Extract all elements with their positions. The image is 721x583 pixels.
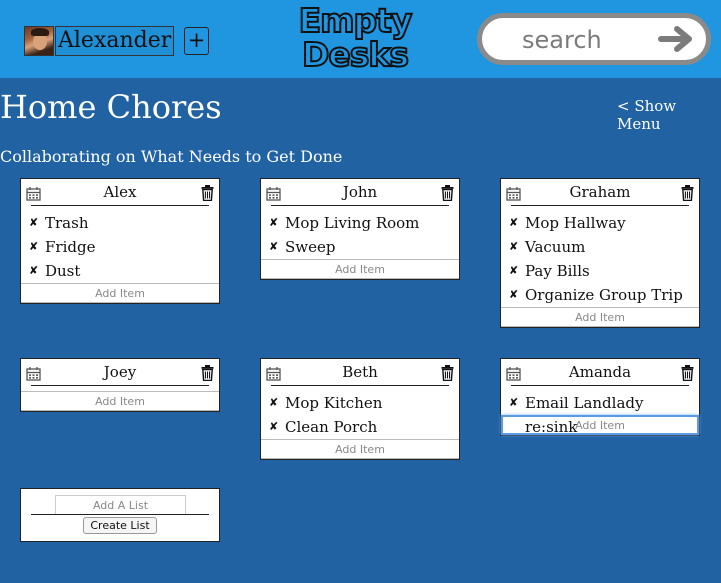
logo-line-2: Desks [301, 35, 410, 74]
list-item: ✘ Mop Living Room [261, 211, 459, 235]
list-header: Alex [26, 179, 214, 206]
list-item: ✘ Organize Group Trip [501, 283, 699, 307]
item-label: Vacuum [525, 238, 586, 256]
list-item: ✘ Email Landlady re:sink [501, 391, 699, 436]
x-icon[interactable]: ✘ [269, 235, 278, 259]
calendar-icon[interactable] [26, 366, 41, 381]
x-icon[interactable]: ✘ [29, 235, 38, 259]
x-icon[interactable]: ✘ [509, 391, 518, 415]
list-item: ✘ Vacuum [501, 235, 699, 259]
item-list: ✘ Email Landlady re:sink [501, 386, 699, 436]
search-input[interactable] [522, 25, 642, 55]
trash-icon[interactable] [201, 365, 214, 381]
add-item-input[interactable] [21, 283, 219, 303]
new-list-card: Create List [20, 488, 220, 542]
logo-line-1: Empty [298, 1, 414, 40]
list-item: ✘ Pay Bills [501, 259, 699, 283]
new-list-input[interactable] [55, 495, 186, 515]
item-label: Fridge [45, 238, 96, 256]
list-title[interactable]: Graham [511, 179, 689, 206]
item-label: Trash [45, 214, 89, 232]
item-label: Sweep [285, 238, 336, 256]
add-item-input[interactable] [261, 439, 459, 459]
list-header: Graham [506, 179, 694, 206]
app-logo[interactable]: Empty Desks [298, 1, 414, 74]
trash-icon[interactable] [441, 365, 454, 381]
calendar-icon[interactable] [506, 186, 521, 201]
x-icon[interactable]: ✘ [29, 211, 38, 235]
list-item: ✘ Fridge [21, 235, 219, 259]
list-item: ✘ Clean Porch [261, 415, 459, 439]
list-header: John [266, 179, 454, 206]
item-list: ✘ Mop Kitchen ✘ Clean Porch [261, 386, 459, 439]
list-title[interactable]: Amanda [511, 359, 689, 386]
x-icon[interactable]: ✘ [509, 283, 518, 307]
calendar-icon[interactable] [26, 186, 41, 201]
username-label[interactable]: Alexander [55, 25, 175, 56]
list-title[interactable]: Beth [271, 359, 449, 386]
list-title[interactable]: Alex [31, 179, 209, 206]
create-list-button[interactable]: Create List [83, 517, 157, 534]
list-card: John ✘ Mop Living Room ✘ Sweep [260, 178, 460, 280]
item-label: Dust [45, 262, 81, 280]
list-card: Beth ✘ Mop Kitchen ✘ Clean Porch [260, 358, 460, 460]
page-subtitle: Collaborating on What Needs to Get Done [0, 147, 343, 166]
item-label: Pay Bills [525, 262, 590, 280]
x-icon[interactable]: ✘ [269, 391, 278, 415]
list-card: Alex ✘ Trash ✘ Fridge ✘ Dust [20, 178, 220, 304]
avatar[interactable] [24, 25, 54, 56]
x-icon[interactable]: ✘ [269, 415, 278, 439]
item-label: Organize Group Trip [525, 286, 683, 304]
item-label: Mop Kitchen [285, 394, 383, 412]
item-label: Mop Hallway [525, 214, 626, 232]
item-list: ✘ Mop Living Room ✘ Sweep [261, 206, 459, 259]
item-label: Clean Porch [285, 418, 378, 436]
item-label: Mop Living Room [285, 214, 420, 232]
page-title: Home Chores [0, 88, 222, 126]
arrow-right-icon[interactable] [658, 24, 696, 54]
user-profile[interactable]: Alexander [24, 25, 175, 56]
x-icon[interactable]: ✘ [269, 211, 278, 235]
add-item-input[interactable] [501, 307, 699, 327]
x-icon[interactable]: ✘ [509, 235, 518, 259]
trash-icon[interactable] [441, 185, 454, 201]
calendar-icon[interactable] [266, 186, 281, 201]
trash-icon[interactable] [681, 365, 694, 381]
item-list: ✘ Trash ✘ Fridge ✘ Dust [21, 206, 219, 283]
list-title[interactable]: John [271, 179, 449, 206]
list-item: ✘ Sweep [261, 235, 459, 259]
list-title[interactable]: Joey [31, 359, 209, 386]
trash-icon[interactable] [201, 185, 214, 201]
add-item-input[interactable] [21, 391, 219, 411]
list-item: ✘ Trash [21, 211, 219, 235]
calendar-icon[interactable] [266, 366, 281, 381]
list-header: Joey [26, 359, 214, 386]
list-card: Amanda ✘ Email Landlady re:sink [500, 358, 700, 436]
list-item: ✘ Mop Hallway [501, 211, 699, 235]
list-header: Beth [266, 359, 454, 386]
list-item: ✘ Mop Kitchen [261, 391, 459, 415]
list-item: ✘ Dust [21, 259, 219, 283]
list-card: Graham ✘ Mop Hallway ✘ Vacuum ✘ Pay Bills ✘ Orga… [500, 178, 700, 328]
search-box [477, 13, 711, 65]
item-list: ✘ Mop Hallway ✘ Vacuum ✘ Pay Bills ✘ Organize G… [501, 206, 699, 307]
list-header: Amanda [506, 359, 694, 386]
x-icon[interactable]: ✘ [509, 259, 518, 283]
trash-icon[interactable] [681, 185, 694, 201]
list-card: Joey [20, 358, 220, 412]
show-menu-link[interactable]: < Show Menu [617, 97, 721, 133]
add-button[interactable]: + [184, 27, 209, 55]
divider [31, 514, 209, 515]
calendar-icon[interactable] [506, 366, 521, 381]
add-item-input[interactable] [261, 259, 459, 279]
x-icon[interactable]: ✘ [29, 259, 38, 283]
x-icon[interactable]: ✘ [509, 211, 518, 235]
top-bar: Alexander + Empty Desks [0, 0, 721, 78]
